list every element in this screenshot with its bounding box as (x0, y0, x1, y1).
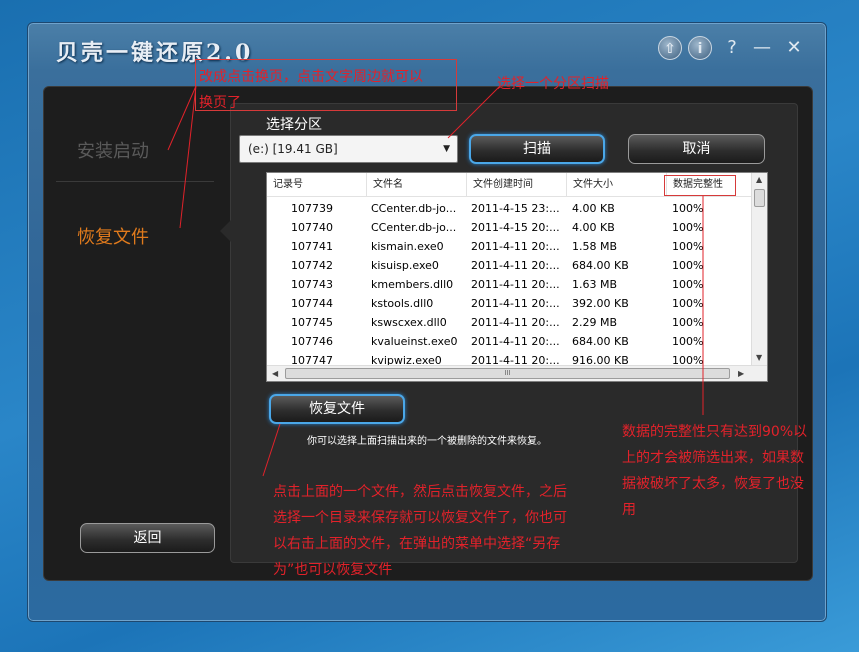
table-row[interactable]: 107743 kmembers.dll0 2011-4-11 20:... 1.63 … (267, 275, 753, 294)
column-header[interactable]: 记录号 (267, 173, 367, 197)
scroll-thumb[interactable] (754, 189, 765, 207)
table-cell: 684.00 KB (572, 335, 629, 348)
table-cell: 2.29 MB (572, 316, 618, 329)
restore-files-button[interactable]: 恢复文件 (269, 394, 405, 424)
table-row[interactable]: 107740 CCenter.db-jo... 2011-4-15 20:... 4.… (267, 218, 753, 237)
select-partition-label: 选择分区 (266, 117, 322, 133)
up-icon[interactable]: ⇧ (658, 36, 682, 60)
deleted-files-table[interactable]: 记录号 文件名 文件创建时间 文件大小 数据完整性 107739 CCenter.… (266, 172, 768, 382)
scroll-down-icon[interactable]: ▼ (756, 353, 762, 362)
table-cell: 2011-4-15 20:... (471, 221, 560, 234)
table-row[interactable]: 107744 kstools.dll0 2011-4-11 20:... 392.00… (267, 294, 753, 313)
column-header[interactable]: 文件名 (367, 173, 467, 197)
table-cell: 2011-4-11 20:... (471, 297, 560, 310)
table-cell: 2011-4-11 20:... (471, 335, 560, 348)
annotation-restore-line4: 为”也可以恢复文件 (273, 562, 393, 578)
table-cell: 107742 (291, 259, 333, 272)
table-cell: 107739 (291, 202, 333, 215)
table-cell: 107746 (291, 335, 333, 348)
table-cell: 2011-4-11 20:... (471, 278, 560, 291)
info-icon[interactable]: i (688, 36, 712, 60)
sidebar-item-restore-files[interactable]: 恢复文件 (77, 223, 149, 249)
scroll-left-icon[interactable]: ◀ (272, 369, 278, 378)
sidebar-divider (56, 181, 214, 182)
column-header[interactable]: 文件创建时间 (467, 173, 567, 197)
annotation-restore-line1: 点击上面的一个文件，然后点击恢复文件，之后 (273, 484, 567, 500)
table-cell: kswscxex.dll0 (371, 316, 447, 329)
scroll-thumb[interactable]: III (285, 368, 730, 379)
table-cell: 1.63 MB (572, 278, 618, 291)
annotation-scan-note: 选择一个分区扫描 (497, 76, 609, 92)
vertical-scrollbar[interactable]: ▲ ▼ (751, 173, 767, 367)
table-cell: 684.00 KB (572, 259, 629, 272)
table-cell: 4.00 KB (572, 202, 615, 215)
table-cell: kvalueinst.exe0 (371, 335, 458, 348)
table-cell: 107744 (291, 297, 333, 310)
table-cell: 2011-4-11 20:... (471, 259, 560, 272)
annotation-box-integrity (664, 175, 736, 196)
sidebar-item-install-boot[interactable]: 安装启动 (77, 137, 149, 163)
table-row[interactable]: 107746 kvalueinst.exe0 2011-4-11 20:... 684… (267, 332, 753, 351)
table-row[interactable]: 107742 kisuisp.exe0 2011-4-11 20:... 684.00… (267, 256, 753, 275)
close-icon[interactable]: ✕ (782, 36, 806, 60)
annotation-restore-line2: 选择一个目录来保存就可以恢复文件了，你也可 (273, 510, 567, 526)
back-button[interactable]: 返回 (80, 523, 215, 553)
chevron-down-icon: ▼ (443, 144, 450, 154)
table-cell: 107741 (291, 240, 333, 253)
active-tab-pointer (220, 220, 231, 242)
table-cell: 2011-4-11 20:... (471, 316, 560, 329)
table-cell: 107740 (291, 221, 333, 234)
help-icon[interactable]: ? (720, 36, 744, 60)
column-header[interactable]: 文件大小 (567, 173, 667, 197)
table-cell: kmembers.dll0 (371, 278, 454, 291)
table-cell: 1.58 MB (572, 240, 618, 253)
table-cell: 392.00 KB (572, 297, 629, 310)
table-cell: 107745 (291, 316, 333, 329)
partition-select[interactable]: (e:) [19.41 GB] ▼ (239, 135, 458, 163)
annotation-integrity-line3: 据被破坏了太多，恢复了也没 (622, 476, 804, 492)
scroll-right-icon[interactable]: ▶ (738, 369, 744, 378)
partition-value: (e:) [19.41 GB] (248, 142, 338, 156)
annotation-tab-note-line2: 换页了 (199, 95, 241, 111)
horizontal-scrollbar[interactable]: ◀ III ▶ (267, 365, 767, 381)
table-cell: 2011-4-15 23:... (471, 202, 560, 215)
table-row[interactable]: 107739 CCenter.db-jo... 2011-4-15 23:... 4.… (267, 199, 753, 218)
table-row[interactable]: 107741 kismain.exe0 2011-4-11 20:... 1.58 M… (267, 237, 753, 256)
scroll-up-icon[interactable]: ▲ (756, 175, 762, 184)
table-cell: 107743 (291, 278, 333, 291)
restore-hint-text: 你可以选择上面扫描出来的一个被删除的文件来恢复。 (307, 436, 547, 447)
cancel-button[interactable]: 取消 (628, 134, 765, 164)
table-cell: 4.00 KB (572, 221, 615, 234)
table-cell: CCenter.db-jo... (371, 202, 457, 215)
table-cell: kstools.dll0 (371, 297, 434, 310)
table-cell: 2011-4-11 20:... (471, 240, 560, 253)
annotation-integrity-line2: 上的才会被筛选出来，如果数 (622, 450, 804, 466)
table-cell: CCenter.db-jo... (371, 221, 457, 234)
annotation-restore-line3: 以右击上面的文件，在弹出的菜单中选择“另存 (273, 536, 561, 552)
annotation-integrity-line1: 数据的完整性只有达到90%以 (622, 424, 808, 440)
table-cell: kismain.exe0 (371, 240, 444, 253)
table-row[interactable]: 107745 kswscxex.dll0 2011-4-11 20:... 2.29 … (267, 313, 753, 332)
annotation-integrity-line4: 用 (622, 502, 636, 518)
minimize-icon[interactable]: — (750, 36, 774, 60)
annotation-tab-note-line1: 改成点击换页，点击文字周边就可以 (199, 69, 423, 85)
scan-button[interactable]: 扫描 (469, 134, 605, 164)
table-cell: kisuisp.exe0 (371, 259, 439, 272)
